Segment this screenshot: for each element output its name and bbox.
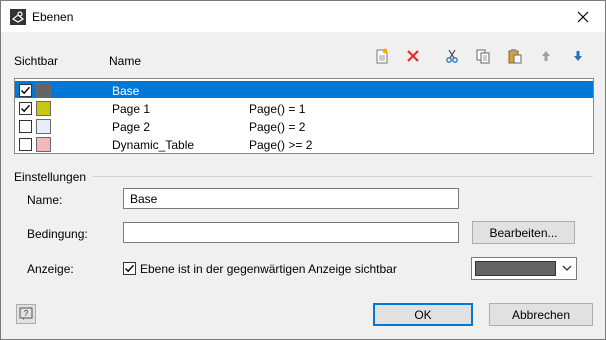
layer-list[interactable]: Base Page 1 Page() = 1 Page 2 Page() = 2 Dyna… bbox=[14, 78, 594, 154]
layer-color-swatch bbox=[36, 119, 51, 134]
svg-text:?: ? bbox=[24, 309, 29, 318]
condition-label-text: Bedingung: bbox=[27, 227, 88, 241]
name-label: Name: bbox=[27, 193, 62, 207]
move-up-icon bbox=[542, 51, 550, 61]
layer-row[interactable]: Base bbox=[15, 81, 593, 98]
layer-name: Page 1 bbox=[112, 102, 151, 116]
delete-icon bbox=[407, 50, 419, 62]
help-icon: ? bbox=[19, 307, 33, 320]
edit-button[interactable]: Bearbeiten... bbox=[472, 221, 575, 244]
layer-condition: Page() = 2 bbox=[249, 120, 306, 134]
title-bar: Ebenen bbox=[1, 1, 605, 32]
cancel-button[interactable]: Abbrechen bbox=[489, 303, 593, 326]
condition-label: Bedingung: bbox=[27, 227, 88, 241]
layers-icon bbox=[10, 9, 26, 25]
copy-button[interactable] bbox=[472, 46, 494, 66]
new-layer-button[interactable] bbox=[371, 46, 393, 66]
paste-icon bbox=[508, 49, 522, 64]
layers-dialog: Ebenen Sichtbar Name Base Page 1 Page() = … bbox=[0, 0, 606, 340]
layer-row[interactable]: Page 2 Page() = 2 bbox=[15, 117, 593, 134]
column-header-name: Name bbox=[109, 54, 142, 68]
layer-condition: Page() >= 2 bbox=[249, 138, 313, 152]
layer-color-swatch bbox=[36, 137, 51, 152]
layer-name: Base bbox=[112, 84, 140, 98]
cut-button[interactable] bbox=[441, 46, 463, 66]
layer-visible-checkbox[interactable] bbox=[19, 102, 32, 115]
new-layer-icon bbox=[376, 48, 388, 64]
move-up-button[interactable] bbox=[535, 46, 557, 66]
layer-visible-checkbox[interactable] bbox=[19, 120, 32, 133]
condition-input[interactable] bbox=[123, 222, 459, 243]
layer-name: Page 2 bbox=[112, 120, 151, 134]
layer-color-swatch bbox=[36, 83, 51, 98]
layer-row[interactable]: Page 1 Page() = 1 bbox=[15, 99, 593, 116]
close-button[interactable] bbox=[561, 1, 605, 32]
layer-name: Dynamic_Table bbox=[112, 138, 195, 152]
move-down-icon bbox=[574, 51, 582, 61]
column-header-visible: Sichtbar bbox=[14, 54, 59, 68]
visible-in-display-label: Ebene ist in der gegenwärtigen Anzeige s… bbox=[140, 262, 397, 276]
copy-icon bbox=[476, 49, 490, 64]
display-label: Anzeige: bbox=[27, 262, 74, 276]
close-icon bbox=[577, 11, 589, 22]
settings-divider bbox=[93, 176, 593, 177]
chevron-down-icon bbox=[562, 265, 572, 271]
visible-in-display-checkbox[interactable] bbox=[123, 262, 136, 275]
window-title: Ebenen bbox=[32, 10, 74, 24]
move-down-button[interactable] bbox=[567, 46, 589, 66]
display-color-dropdown[interactable] bbox=[471, 257, 577, 280]
settings-group-label: Einstellungen bbox=[14, 170, 87, 184]
dialog-body: Sichtbar Name Base Page 1 Page() = 1 Page 2… bbox=[1, 32, 605, 339]
cut-icon bbox=[446, 49, 458, 63]
help-button[interactable]: ? bbox=[16, 304, 36, 324]
name-label-text: Name: bbox=[27, 193, 63, 207]
display-color-swatch bbox=[475, 261, 556, 276]
layer-visible-checkbox[interactable] bbox=[19, 138, 32, 151]
layer-row[interactable]: Dynamic_Table Page() >= 2 bbox=[15, 135, 593, 152]
name-input[interactable] bbox=[123, 188, 459, 209]
paste-button[interactable] bbox=[504, 46, 526, 66]
ok-button[interactable]: OK bbox=[373, 303, 473, 326]
delete-layer-button[interactable] bbox=[402, 46, 424, 66]
layer-visible-checkbox[interactable] bbox=[19, 84, 32, 97]
layer-condition: Page() = 1 bbox=[249, 102, 306, 116]
layer-color-swatch bbox=[36, 101, 51, 116]
